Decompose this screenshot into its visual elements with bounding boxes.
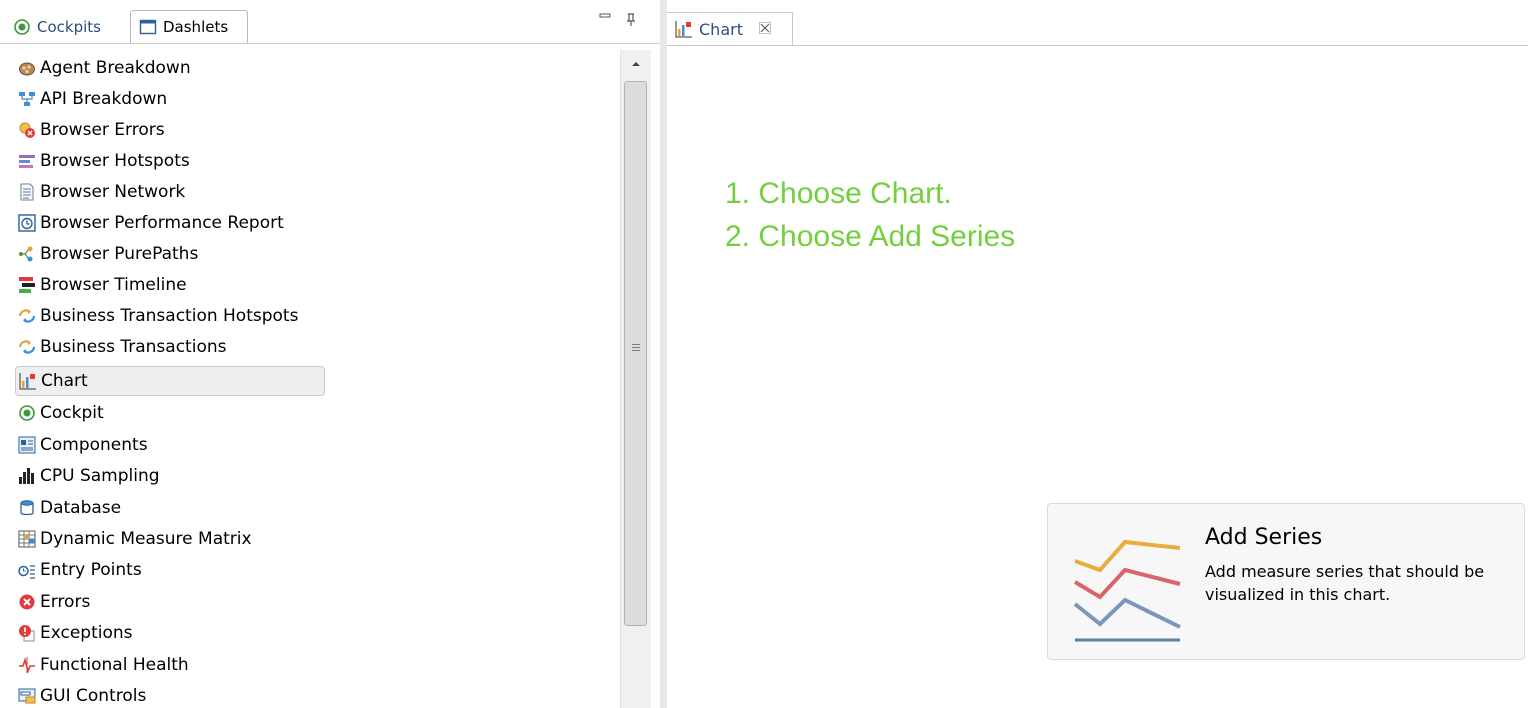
list-item-api-breakdown[interactable]: API Breakdown — [15, 84, 167, 114]
close-icon[interactable] — [759, 20, 771, 38]
list-item-label: Browser Hotspots — [40, 151, 190, 171]
list-item-label: Dynamic Measure Matrix — [40, 529, 252, 549]
list-item-label: Chart — [41, 371, 88, 391]
browser-hotspots-icon — [18, 152, 36, 170]
chart-editor: Chart 1. Choose Chart. 2. Choose Add Ser… — [667, 0, 1528, 708]
minimize-icon[interactable] — [597, 11, 613, 27]
scroll-up-arrow-icon[interactable] — [629, 57, 643, 71]
editor-tab-divider — [667, 45, 1528, 46]
tab-cockpits[interactable]: Cockpits — [5, 10, 129, 43]
browser-network-icon — [18, 183, 36, 201]
business-transactions-icon — [18, 338, 36, 356]
chart-icon — [675, 20, 693, 38]
list-item-cpu-sampling[interactable]: CPU Sampling — [15, 461, 160, 491]
list-item-label: Agent Breakdown — [40, 58, 191, 78]
add-series-description: Add measure series that should be visual… — [1205, 562, 1485, 604]
browser-timeline-icon — [18, 276, 36, 294]
editor-tab-bar: Chart — [667, 0, 1528, 46]
list-item-browser-network[interactable]: Browser Network — [15, 177, 185, 207]
business-transaction-hotspots-icon — [18, 307, 36, 325]
chart-instructions: 1. Choose Chart. 2. Choose Add Series — [725, 172, 1015, 258]
tab-bar-divider — [0, 43, 660, 44]
components-icon — [18, 436, 36, 454]
browser-purepaths-icon — [18, 245, 36, 263]
agent-breakdown-icon — [18, 59, 36, 77]
list-item-browser-performance-report[interactable]: Browser Performance Report — [15, 208, 284, 238]
list-item-browser-errors[interactable]: Browser Errors — [15, 115, 165, 145]
list-item-label: Errors — [40, 592, 91, 612]
list-item-cockpit[interactable]: Cockpit — [15, 398, 104, 428]
tab-chart[interactable]: Chart — [667, 12, 793, 46]
list-item-browser-purepaths[interactable]: Browser PurePaths — [15, 239, 198, 269]
list-item-label: Business Transaction Hotspots — [40, 306, 299, 326]
browser-performance-report-icon — [18, 214, 36, 232]
list-item-label: Browser Timeline — [40, 275, 187, 295]
entry-points-icon — [18, 561, 36, 579]
cockpit-icon — [13, 18, 31, 36]
view-divider[interactable] — [660, 0, 667, 708]
list-item-dynamic-measure-matrix[interactable]: Dynamic Measure Matrix — [15, 524, 252, 554]
list-item-browser-hotspots[interactable]: Browser Hotspots — [15, 146, 190, 176]
list-item-label: GUI Controls — [40, 686, 147, 706]
list-item-label: Browser Performance Report — [40, 213, 284, 233]
scrollbar-grip-icon — [632, 344, 640, 353]
list-item-components[interactable]: Components — [15, 430, 148, 460]
view-tab-bar: Cockpits Dashlets — [0, 0, 660, 44]
list-item-agent-breakdown[interactable]: Agent Breakdown — [15, 53, 191, 83]
tab-dashlets-label: Dashlets — [163, 17, 229, 36]
add-series-lines-icon — [1070, 524, 1186, 642]
list-item-entry-points[interactable]: Entry Points — [15, 555, 142, 585]
list-item-label: Cockpit — [40, 403, 104, 423]
exceptions-icon — [18, 624, 36, 642]
dynamic-measure-matrix-icon — [18, 530, 36, 548]
add-series-button[interactable]: Add Series Add measure series that shoul… — [1047, 503, 1525, 660]
add-series-title: Add Series — [1205, 525, 1323, 550]
list-item-label: Browser Network — [40, 182, 186, 202]
list-item-label: Browser PurePaths — [40, 244, 199, 264]
cockpit-icon — [18, 404, 36, 422]
list-item-functional-health[interactable]: Functional Health — [15, 650, 189, 680]
instruction-step-1: 1. Choose Chart. — [725, 177, 952, 210]
list-scrollbar[interactable] — [620, 50, 651, 708]
list-item-label: Browser Errors — [40, 120, 165, 140]
instruction-step-2: 2. Choose Add Series — [725, 220, 1016, 253]
list-item-browser-timeline[interactable]: Browser Timeline — [15, 270, 187, 300]
list-item-business-transactions[interactable]: Business Transactions — [15, 332, 226, 362]
cpu-sampling-icon — [18, 467, 36, 485]
list-item-label: Components — [40, 435, 148, 455]
gui-controls-icon — [18, 687, 36, 705]
browser-errors-icon — [18, 121, 36, 139]
chart-icon — [19, 372, 37, 390]
list-item-errors[interactable]: Errors — [15, 587, 90, 617]
list-item-chart[interactable]: Chart — [15, 366, 325, 396]
dashlet-list: Agent Breakdown API Breakdown Browser Er… — [0, 50, 620, 708]
list-item-label: Functional Health — [40, 655, 189, 675]
list-item-label: Entry Points — [40, 560, 142, 580]
list-item-label: Exceptions — [40, 623, 133, 643]
pin-icon[interactable] — [623, 11, 639, 27]
tab-dashlets[interactable]: Dashlets — [130, 10, 248, 43]
tab-cockpits-label: Cockpits — [37, 17, 101, 36]
dashlets-icon — [139, 18, 157, 36]
tab-chart-label: Chart — [699, 19, 743, 39]
list-item-label: Business Transactions — [40, 337, 227, 357]
list-item-label: CPU Sampling — [40, 466, 160, 486]
list-item-label: API Breakdown — [40, 89, 168, 109]
list-item-business-transaction-hotspots[interactable]: Business Transaction Hotspots — [15, 301, 298, 331]
dashlets-view: Cockpits Dashlets Agent Breakdown API Br… — [0, 0, 660, 708]
database-icon — [18, 499, 36, 517]
errors-icon — [18, 593, 36, 611]
list-item-label: Database — [40, 498, 122, 518]
list-item-database[interactable]: Database — [15, 493, 121, 523]
list-item-exceptions[interactable]: Exceptions — [15, 618, 133, 648]
scrollbar-thumb[interactable] — [624, 81, 647, 626]
list-item-gui-controls[interactable]: GUI Controls — [15, 681, 146, 708]
functional-health-icon — [18, 656, 36, 674]
api-breakdown-icon — [18, 90, 36, 108]
